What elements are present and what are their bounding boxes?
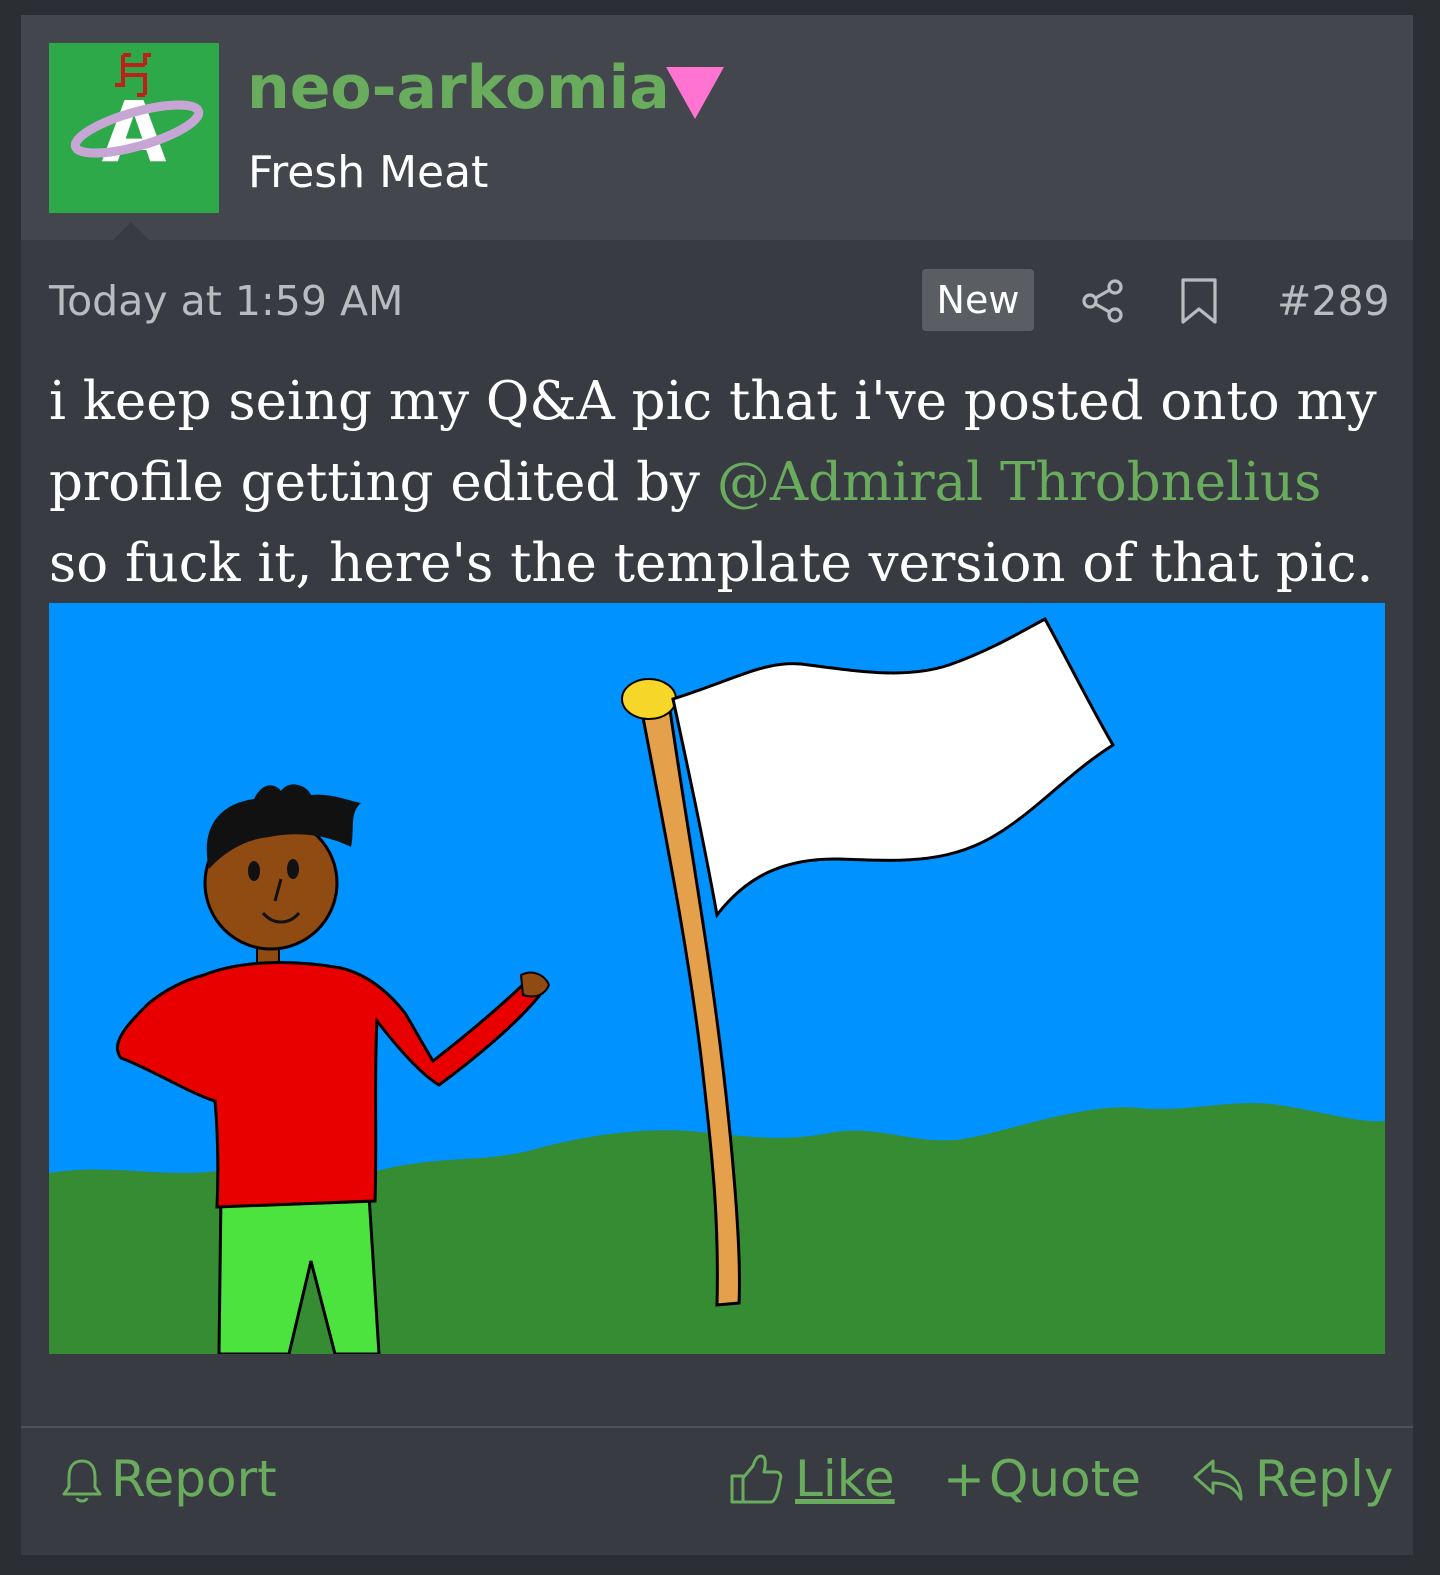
- share-icon[interactable]: [1079, 277, 1127, 325]
- post-message: i keep seing my Q&A pic that i've posted…: [49, 361, 1389, 604]
- post-card: A neo-arkomia Fresh Meat Today at 1:59 A…: [21, 15, 1413, 1555]
- message-text-end: so fuck it, here's the template version …: [49, 533, 1374, 594]
- new-badge: New: [922, 269, 1034, 331]
- drawing-illustration: [49, 603, 1385, 1354]
- username[interactable]: neo-arkomia: [247, 53, 670, 123]
- gender-triangle-icon: [666, 67, 724, 119]
- flag-finial: [621, 678, 677, 720]
- footer-divider: [21, 1426, 1413, 1428]
- report-label: Report: [111, 1450, 277, 1508]
- user-mention[interactable]: @Admiral Throbnelius: [717, 452, 1322, 513]
- plus-icon: +: [943, 1450, 985, 1508]
- thumbs-up-icon: [730, 1454, 783, 1504]
- post-timestamp[interactable]: Today at 1:59 AM: [49, 273, 403, 329]
- bell-icon: [62, 1459, 102, 1503]
- reply-label: Reply: [1255, 1450, 1394, 1508]
- avatar-letter: A: [101, 83, 166, 181]
- post-number[interactable]: #289: [1277, 273, 1390, 329]
- avatar[interactable]: A: [49, 43, 219, 213]
- bookmark-icon[interactable]: [1179, 277, 1219, 325]
- header-arrow: [113, 222, 149, 240]
- post-image[interactable]: [49, 603, 1385, 1354]
- like-label: Like: [795, 1450, 895, 1508]
- quote-label: Quote: [989, 1450, 1142, 1508]
- avatar-logo: A: [49, 43, 219, 213]
- user-title: Fresh Meat: [248, 147, 489, 198]
- reply-arrow-icon: [1193, 1459, 1243, 1501]
- post-header: A neo-arkomia Fresh Meat: [21, 15, 1413, 240]
